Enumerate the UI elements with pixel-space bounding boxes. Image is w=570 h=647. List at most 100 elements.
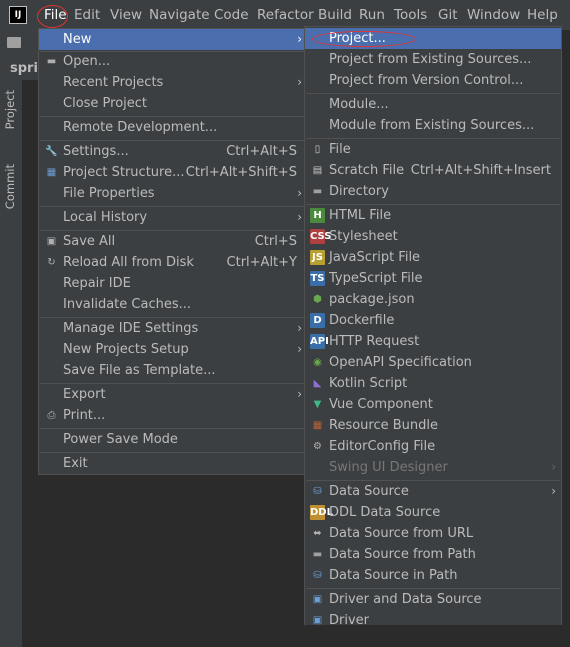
menu-item-project-vcs[interactable]: Project from Version Control... <box>305 70 561 91</box>
menu-item-new-projects-setup[interactable]: New Projects Setup › <box>39 339 307 360</box>
file-menu: New › ▬ Open... Recent Projects › Close Pro… <box>38 28 308 475</box>
folder-icon: ▬ <box>312 186 323 197</box>
menu-item-local-history[interactable]: Local History › <box>39 207 307 228</box>
menu-item-export[interactable]: Export › <box>39 384 307 405</box>
menu-item-ddl-data-source[interactable]: DDL DDL Data Source <box>305 502 561 523</box>
menu-edit[interactable]: Edit <box>74 6 100 24</box>
chevron-right-icon: › <box>297 75 302 89</box>
app-logo-icon[interactable]: IJ <box>9 6 27 24</box>
menu-run[interactable]: Run <box>359 6 385 24</box>
menu-item-scratch-file[interactable]: ▤ Scratch File Ctrl+Alt+Shift+Insert <box>305 160 561 181</box>
html-file-icon: H <box>310 208 325 223</box>
toolbar <box>0 30 40 58</box>
menu-item-new[interactable]: New › <box>39 29 307 50</box>
chevron-right-icon: › <box>297 210 302 224</box>
driver-icon: ▣ <box>312 594 323 605</box>
menu-item-close-project[interactable]: Close Project <box>39 93 307 114</box>
menu-refactor[interactable]: Refactor <box>257 6 314 24</box>
tab-commit[interactable]: Commit <box>3 164 17 209</box>
menu-item-javascript-file[interactable]: JS JavaScript File <box>305 247 561 268</box>
file-annotation-circle <box>37 5 68 28</box>
api-file-icon: API <box>310 334 329 349</box>
menu-item-module[interactable]: Module... <box>305 94 561 115</box>
menu-item-directory[interactable]: ▬ Directory <box>305 181 561 202</box>
database-icon: ⛁ <box>313 570 322 581</box>
menu-item-driver[interactable]: ▣ Driver <box>305 610 561 631</box>
menu-item-html-file[interactable]: H HTML File <box>305 205 561 226</box>
chevron-right-icon: › <box>297 387 302 401</box>
menu-item-exit[interactable]: Exit <box>39 453 307 474</box>
resource-bundle-icon: ▦ <box>312 420 323 431</box>
reload-icon: ↻ <box>47 257 56 268</box>
scratch-file-icon: ▤ <box>312 165 323 176</box>
tool-window-sidebar: Project Commit <box>0 80 23 647</box>
menu-code[interactable]: Code <box>214 6 249 24</box>
vue-icon: ▼ <box>313 399 322 410</box>
menu-item-resource-bundle[interactable]: ▦ Resource Bundle <box>305 415 561 436</box>
menu-item-data-source[interactable]: ⛁ Data Source › <box>305 481 561 502</box>
menu-item-repair-ide[interactable]: Repair IDE <box>39 273 307 294</box>
ddl-icon: DDL <box>310 505 333 520</box>
css-file-icon: CSS <box>310 229 332 244</box>
menu-item-reload-all[interactable]: ↻ Reload All from Disk Ctrl+Alt+Y <box>39 252 307 273</box>
chevron-right-icon: › <box>297 32 302 46</box>
menu-item-module-existing[interactable]: Module from Existing Sources... <box>305 115 561 136</box>
menu-item-manage-ide-settings[interactable]: Manage IDE Settings › <box>39 318 307 339</box>
menu-tools[interactable]: Tools <box>394 6 427 24</box>
menu-item-kotlin-script[interactable]: ◣ Kotlin Script <box>305 373 561 394</box>
printer-icon: ⎙ <box>47 410 56 421</box>
menu-item-typescript-file[interactable]: TS TypeScript File <box>305 268 561 289</box>
folder-icon: ▬ <box>46 56 57 67</box>
menu-item-remote-development[interactable]: Remote Development... <box>39 117 307 138</box>
url-icon: ⬌ <box>313 528 322 539</box>
gear-icon: ⚙ <box>313 441 322 452</box>
menu-item-data-source-url[interactable]: ⬌ Data Source from URL <box>305 523 561 544</box>
menu-item-http-request[interactable]: API HTTP Request <box>305 331 561 352</box>
openapi-icon: ◉ <box>313 357 322 368</box>
menu-item-file[interactable]: ▯ File <box>305 139 561 160</box>
menu-item-package-json[interactable]: ⬢ package.json <box>305 289 561 310</box>
driver-icon: ▣ <box>312 615 323 626</box>
menu-item-data-source-path[interactable]: ▬ Data Source from Path <box>305 544 561 565</box>
save-icon: ▣ <box>46 236 57 247</box>
folder-icon: ▬ <box>312 549 323 560</box>
menu-view[interactable]: View <box>110 6 142 24</box>
menu-item-data-source-in-path[interactable]: ⛁ Data Source in Path <box>305 565 561 586</box>
project-annotation-circle <box>312 31 416 47</box>
menu-item-stylesheet[interactable]: CSS Stylesheet <box>305 226 561 247</box>
kotlin-icon: ◣ <box>313 378 322 389</box>
menu-item-swing-ui-designer: Swing UI Designer › <box>305 457 561 478</box>
menu-item-driver-data-source[interactable]: ▣ Driver and Data Source <box>305 589 561 610</box>
menu-git[interactable]: Git <box>438 6 458 24</box>
menu-item-open[interactable]: ▬ Open... <box>39 51 307 72</box>
chevron-right-icon: › <box>297 186 302 200</box>
menu-item-dockerfile[interactable]: D Dockerfile <box>305 310 561 331</box>
menu-item-print[interactable]: ⎙ Print... <box>39 405 307 426</box>
menu-window[interactable]: Window <box>467 6 520 24</box>
menu-navigate[interactable]: Navigate <box>149 6 210 24</box>
menu-item-settings[interactable]: 🔧 Settings... Ctrl+Alt+S <box>39 141 307 162</box>
menu-build[interactable]: Build <box>318 6 352 24</box>
menu-item-invalidate-caches[interactable]: Invalidate Caches... <box>39 294 307 315</box>
chevron-right-icon: › <box>551 484 556 498</box>
menu-item-power-save-mode[interactable]: Power Save Mode <box>39 429 307 450</box>
file-icon: ▯ <box>314 144 321 155</box>
menu-item-openapi-spec[interactable]: ◉ OpenAPI Specification <box>305 352 561 373</box>
menu-item-recent-projects[interactable]: Recent Projects › <box>39 72 307 93</box>
tab-project[interactable]: Project <box>3 90 17 129</box>
menu-item-save-as-template[interactable]: Save File as Template... <box>39 360 307 381</box>
menu-item-project-existing[interactable]: Project from Existing Sources... <box>305 49 561 70</box>
chevron-right-icon: › <box>551 460 556 474</box>
menu-item-project-structure[interactable]: ▦ Project Structure... Ctrl+Alt+Shift+S <box>39 162 307 183</box>
menu-item-file-properties[interactable]: File Properties › <box>39 183 307 204</box>
javascript-file-icon: JS <box>310 250 325 265</box>
menu-item-save-all[interactable]: ▣ Save All Ctrl+S <box>39 231 307 252</box>
chevron-right-icon: › <box>297 321 302 335</box>
menu-help[interactable]: Help <box>527 6 558 24</box>
folder-icon[interactable] <box>7 37 21 48</box>
wrench-icon: 🔧 <box>45 146 58 157</box>
menu-item-editorconfig[interactable]: ⚙ EditorConfig File <box>305 436 561 457</box>
chevron-right-icon: › <box>297 342 302 356</box>
menu-item-vue-component[interactable]: ▼ Vue Component <box>305 394 561 415</box>
nodejs-icon: ⬢ <box>313 294 322 305</box>
